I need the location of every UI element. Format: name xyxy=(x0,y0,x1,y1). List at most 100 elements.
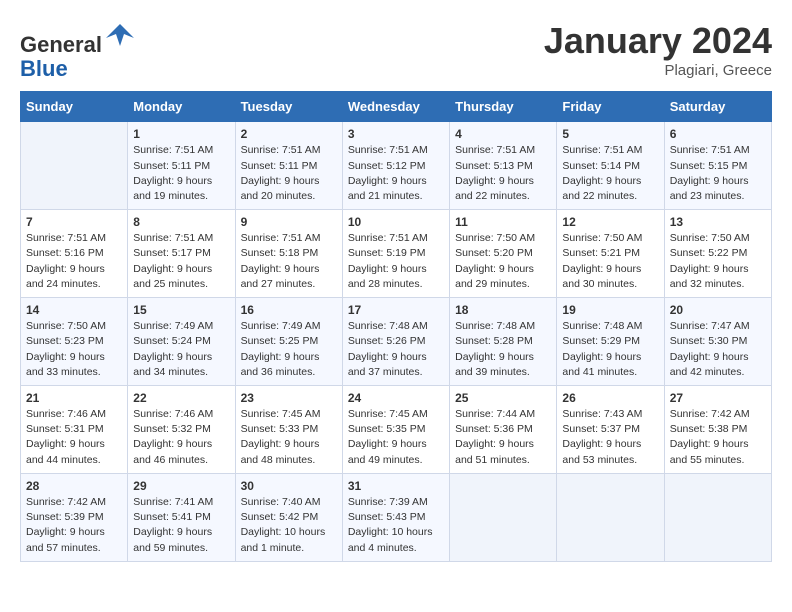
day-number: 7 xyxy=(26,215,122,229)
day-info: Sunrise: 7:45 AMSunset: 5:33 PMDaylight:… xyxy=(241,407,337,468)
calendar-cell: 6 Sunrise: 7:51 AMSunset: 5:15 PMDayligh… xyxy=(664,122,771,210)
calendar-cell: 7 Sunrise: 7:51 AMSunset: 5:16 PMDayligh… xyxy=(21,210,128,298)
calendar-cell: 3 Sunrise: 7:51 AMSunset: 5:12 PMDayligh… xyxy=(342,122,449,210)
calendar-cell: 4 Sunrise: 7:51 AMSunset: 5:13 PMDayligh… xyxy=(450,122,557,210)
calendar-cell: 31 Sunrise: 7:39 AMSunset: 5:43 PMDaylig… xyxy=(342,473,449,561)
calendar-cell: 24 Sunrise: 7:45 AMSunset: 5:35 PMDaylig… xyxy=(342,386,449,474)
calendar-cell: 11 Sunrise: 7:50 AMSunset: 5:20 PMDaylig… xyxy=(450,210,557,298)
day-info: Sunrise: 7:51 AMSunset: 5:19 PMDaylight:… xyxy=(348,231,444,292)
day-number: 9 xyxy=(241,215,337,229)
day-number: 29 xyxy=(133,479,229,493)
day-info: Sunrise: 7:51 AMSunset: 5:17 PMDaylight:… xyxy=(133,231,229,292)
calendar-week-row: 21 Sunrise: 7:46 AMSunset: 5:31 PMDaylig… xyxy=(21,386,772,474)
calendar-cell: 17 Sunrise: 7:48 AMSunset: 5:26 PMDaylig… xyxy=(342,298,449,386)
calendar-cell: 15 Sunrise: 7:49 AMSunset: 5:24 PMDaylig… xyxy=(128,298,235,386)
day-info: Sunrise: 7:49 AMSunset: 5:24 PMDaylight:… xyxy=(133,319,229,380)
calendar-header-row: Sunday Monday Tuesday Wednesday Thursday… xyxy=(21,92,772,122)
day-info: Sunrise: 7:50 AMSunset: 5:23 PMDaylight:… xyxy=(26,319,122,380)
day-info: Sunrise: 7:46 AMSunset: 5:32 PMDaylight:… xyxy=(133,407,229,468)
day-number: 17 xyxy=(348,303,444,317)
day-number: 2 xyxy=(241,127,337,141)
calendar-cell: 29 Sunrise: 7:41 AMSunset: 5:41 PMDaylig… xyxy=(128,473,235,561)
calendar-cell: 10 Sunrise: 7:51 AMSunset: 5:19 PMDaylig… xyxy=(342,210,449,298)
day-info: Sunrise: 7:51 AMSunset: 5:11 PMDaylight:… xyxy=(133,143,229,204)
day-info: Sunrise: 7:43 AMSunset: 5:37 PMDaylight:… xyxy=(562,407,658,468)
calendar-cell xyxy=(21,122,128,210)
month-title: January 2024 xyxy=(544,20,772,62)
calendar-cell: 27 Sunrise: 7:42 AMSunset: 5:38 PMDaylig… xyxy=(664,386,771,474)
logo-blue: Blue xyxy=(20,56,68,81)
col-wednesday: Wednesday xyxy=(342,92,449,122)
day-info: Sunrise: 7:51 AMSunset: 5:15 PMDaylight:… xyxy=(670,143,766,204)
calendar-cell xyxy=(450,473,557,561)
calendar-cell: 2 Sunrise: 7:51 AMSunset: 5:11 PMDayligh… xyxy=(235,122,342,210)
day-info: Sunrise: 7:50 AMSunset: 5:21 PMDaylight:… xyxy=(562,231,658,292)
calendar-week-row: 14 Sunrise: 7:50 AMSunset: 5:23 PMDaylig… xyxy=(21,298,772,386)
page-header: General Blue January 2024 Plagiari, Gree… xyxy=(20,20,772,81)
calendar-cell: 20 Sunrise: 7:47 AMSunset: 5:30 PMDaylig… xyxy=(664,298,771,386)
calendar-cell xyxy=(557,473,664,561)
calendar-cell: 22 Sunrise: 7:46 AMSunset: 5:32 PMDaylig… xyxy=(128,386,235,474)
calendar-cell: 14 Sunrise: 7:50 AMSunset: 5:23 PMDaylig… xyxy=(21,298,128,386)
calendar-week-row: 28 Sunrise: 7:42 AMSunset: 5:39 PMDaylig… xyxy=(21,473,772,561)
day-number: 5 xyxy=(562,127,658,141)
day-info: Sunrise: 7:50 AMSunset: 5:22 PMDaylight:… xyxy=(670,231,766,292)
logo-bird-icon xyxy=(104,20,136,52)
day-number: 18 xyxy=(455,303,551,317)
day-number: 21 xyxy=(26,391,122,405)
day-info: Sunrise: 7:45 AMSunset: 5:35 PMDaylight:… xyxy=(348,407,444,468)
day-number: 1 xyxy=(133,127,229,141)
logo-general: General xyxy=(20,32,102,57)
day-number: 23 xyxy=(241,391,337,405)
day-info: Sunrise: 7:41 AMSunset: 5:41 PMDaylight:… xyxy=(133,495,229,556)
day-number: 13 xyxy=(670,215,766,229)
day-info: Sunrise: 7:51 AMSunset: 5:13 PMDaylight:… xyxy=(455,143,551,204)
day-number: 4 xyxy=(455,127,551,141)
day-number: 15 xyxy=(133,303,229,317)
calendar-cell: 5 Sunrise: 7:51 AMSunset: 5:14 PMDayligh… xyxy=(557,122,664,210)
day-number: 8 xyxy=(133,215,229,229)
col-monday: Monday xyxy=(128,92,235,122)
day-info: Sunrise: 7:40 AMSunset: 5:42 PMDaylight:… xyxy=(241,495,337,556)
title-section: January 2024 Plagiari, Greece xyxy=(544,20,772,79)
day-info: Sunrise: 7:48 AMSunset: 5:29 PMDaylight:… xyxy=(562,319,658,380)
day-info: Sunrise: 7:42 AMSunset: 5:38 PMDaylight:… xyxy=(670,407,766,468)
calendar-cell: 30 Sunrise: 7:40 AMSunset: 5:42 PMDaylig… xyxy=(235,473,342,561)
calendar-cell: 13 Sunrise: 7:50 AMSunset: 5:22 PMDaylig… xyxy=(664,210,771,298)
day-number: 26 xyxy=(562,391,658,405)
col-thursday: Thursday xyxy=(450,92,557,122)
day-info: Sunrise: 7:48 AMSunset: 5:26 PMDaylight:… xyxy=(348,319,444,380)
day-number: 6 xyxy=(670,127,766,141)
day-info: Sunrise: 7:46 AMSunset: 5:31 PMDaylight:… xyxy=(26,407,122,468)
day-number: 20 xyxy=(670,303,766,317)
day-info: Sunrise: 7:51 AMSunset: 5:12 PMDaylight:… xyxy=(348,143,444,204)
day-info: Sunrise: 7:50 AMSunset: 5:20 PMDaylight:… xyxy=(455,231,551,292)
calendar-cell: 8 Sunrise: 7:51 AMSunset: 5:17 PMDayligh… xyxy=(128,210,235,298)
day-number: 27 xyxy=(670,391,766,405)
col-sunday: Sunday xyxy=(21,92,128,122)
calendar-cell: 23 Sunrise: 7:45 AMSunset: 5:33 PMDaylig… xyxy=(235,386,342,474)
col-saturday: Saturday xyxy=(664,92,771,122)
calendar-table: Sunday Monday Tuesday Wednesday Thursday… xyxy=(20,91,772,561)
day-number: 30 xyxy=(241,479,337,493)
day-info: Sunrise: 7:51 AMSunset: 5:16 PMDaylight:… xyxy=(26,231,122,292)
calendar-cell: 16 Sunrise: 7:49 AMSunset: 5:25 PMDaylig… xyxy=(235,298,342,386)
calendar-cell: 9 Sunrise: 7:51 AMSunset: 5:18 PMDayligh… xyxy=(235,210,342,298)
day-number: 14 xyxy=(26,303,122,317)
day-number: 12 xyxy=(562,215,658,229)
day-number: 28 xyxy=(26,479,122,493)
day-number: 22 xyxy=(133,391,229,405)
calendar-cell: 28 Sunrise: 7:42 AMSunset: 5:39 PMDaylig… xyxy=(21,473,128,561)
day-number: 31 xyxy=(348,479,444,493)
day-info: Sunrise: 7:42 AMSunset: 5:39 PMDaylight:… xyxy=(26,495,122,556)
day-number: 19 xyxy=(562,303,658,317)
calendar-week-row: 1 Sunrise: 7:51 AMSunset: 5:11 PMDayligh… xyxy=(21,122,772,210)
day-info: Sunrise: 7:44 AMSunset: 5:36 PMDaylight:… xyxy=(455,407,551,468)
day-number: 11 xyxy=(455,215,551,229)
day-number: 3 xyxy=(348,127,444,141)
day-info: Sunrise: 7:51 AMSunset: 5:18 PMDaylight:… xyxy=(241,231,337,292)
calendar-cell: 21 Sunrise: 7:46 AMSunset: 5:31 PMDaylig… xyxy=(21,386,128,474)
calendar-cell xyxy=(664,473,771,561)
calendar-cell: 19 Sunrise: 7:48 AMSunset: 5:29 PMDaylig… xyxy=(557,298,664,386)
calendar-cell: 18 Sunrise: 7:48 AMSunset: 5:28 PMDaylig… xyxy=(450,298,557,386)
